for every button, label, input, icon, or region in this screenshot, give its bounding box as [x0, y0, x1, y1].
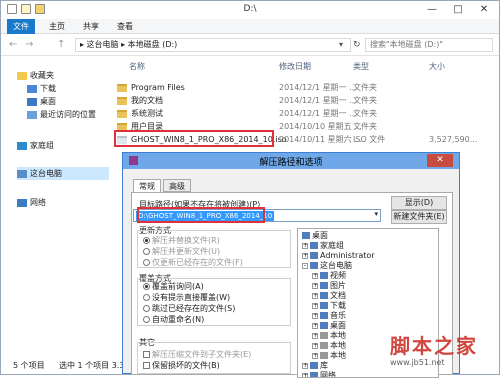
forward-button[interactable]: → — [25, 39, 33, 50]
nav-downloads[interactable]: 下载 — [27, 82, 56, 95]
tab-file[interactable]: 文件 — [7, 19, 35, 34]
file-row[interactable]: 系统测试 2014/12/1 星期一 ... 文件夹 — [113, 107, 499, 120]
update-option-2[interactable]: 解压并更新文件(U) — [143, 246, 220, 257]
selected-count: 选中 1 个项目 3.36 — [59, 361, 130, 370]
download-icon — [27, 84, 37, 93]
search-placeholder: 搜索"本地磁盘 (D:)" — [370, 40, 443, 49]
back-button[interactable]: ← — [9, 39, 17, 50]
tree-item[interactable]: + 库 — [302, 361, 328, 371]
column-type[interactable]: 类型 — [353, 61, 369, 72]
address-bar-area: ← → ↑ ▸ 这台电脑 ▸ 本地磁盘 (D:) ▾ ↻ 搜索"本地磁盘 (D:… — [1, 34, 499, 56]
show-button[interactable]: 显示(D) — [391, 196, 447, 210]
tab-share[interactable]: 共享 — [79, 19, 103, 34]
nav-homegroup[interactable]: 家庭组 — [17, 139, 54, 152]
minimize-button[interactable]: — — [419, 1, 445, 19]
overwrite-option-1[interactable]: 覆盖前询问(A) — [143, 281, 204, 292]
tree-item[interactable]: + 本地 — [312, 351, 346, 361]
tree-item[interactable]: + 文档 — [312, 291, 346, 301]
navigation-pane: 收藏夹 下载 桌面 最近访问的位置 家庭组 这台电脑 网络 — [1, 57, 111, 357]
folder-icon — [117, 96, 127, 105]
tab-home[interactable]: 主页 — [45, 19, 69, 34]
dialog-close-button[interactable]: ✕ — [427, 154, 453, 167]
nav-favorites[interactable]: 收藏夹 — [17, 69, 54, 82]
tree-item[interactable]: + 视频 — [312, 271, 346, 281]
dialog-title-bar: 解压路径和选项 ✕ — [123, 153, 459, 169]
refresh-icon[interactable]: ↻ — [353, 40, 361, 50]
folder-icon — [117, 109, 127, 118]
highlight-iso-file — [114, 130, 274, 147]
update-option-1[interactable]: 解压并替换文件(R) — [143, 235, 220, 246]
ribbon-tabs: 文件 主页 共享 查看 — [1, 19, 499, 34]
other-option-2[interactable]: 保留损坏的文件(B) — [143, 360, 220, 371]
address-input[interactable]: ▸ 这台电脑 ▸ 本地磁盘 (D:) — [75, 38, 351, 52]
nav-thispc[interactable]: 这台电脑 — [17, 167, 109, 180]
other-option-1[interactable]: 解压压缩文件到子文件夹(E) — [143, 349, 251, 360]
folder-icon — [117, 83, 127, 92]
tree-item[interactable]: + 家庭组 — [302, 241, 344, 251]
tree-item[interactable]: + 桌面 — [312, 321, 346, 331]
nav-network[interactable]: 网络 — [17, 196, 46, 209]
up-button[interactable]: ↑ — [57, 39, 65, 50]
column-date[interactable]: 修改日期 — [279, 61, 311, 72]
nav-recent[interactable]: 最近访问的位置 — [27, 108, 96, 121]
tab-general[interactable]: 常规 — [133, 179, 161, 193]
address-dropdown-icon[interactable]: ▾ — [339, 40, 343, 49]
title-bar: D:\ — □ ✕ — [1, 1, 499, 19]
desktop-icon — [27, 97, 37, 106]
tree-item[interactable]: - 这台电脑 — [302, 261, 352, 271]
tree-item[interactable]: 桌面 — [302, 231, 328, 241]
highlight-dest-path — [137, 207, 265, 223]
address-path: ▸ 这台电脑 ▸ 本地磁盘 (D:) — [80, 40, 178, 49]
computer-icon — [17, 169, 27, 178]
tab-view[interactable]: 查看 — [113, 19, 137, 34]
watermark-url: www.jb51.net — [390, 358, 445, 367]
overwrite-option-2[interactable]: 没有提示直接覆盖(W) — [143, 292, 230, 303]
watermark-logo: 脚本之家 www.jb51.net — [390, 334, 478, 367]
tree-item[interactable]: + 本地 — [312, 341, 346, 351]
search-input[interactable]: 搜索"本地磁盘 (D:)" — [365, 38, 493, 52]
update-option-3[interactable]: 仅更新已经存在的文件(F) — [143, 257, 243, 268]
new-folder-button[interactable]: 新建文件夹(E) — [391, 210, 447, 224]
homegroup-icon — [17, 141, 27, 150]
column-size[interactable]: 大小 — [429, 61, 445, 72]
tree-item[interactable]: + 下载 — [312, 301, 346, 311]
file-row[interactable]: 我的文档 2014/12/1 星期一 ... 文件夹 — [113, 94, 499, 107]
overwrite-option-4[interactable]: 自动重命名(N) — [143, 314, 204, 325]
item-count: 5 个项目 — [13, 361, 45, 370]
file-row[interactable]: Program Files 2014/12/1 星期一 ... 文件夹 — [113, 81, 499, 94]
recent-icon — [27, 110, 37, 119]
overwrite-option-3[interactable]: 跳过已经存在的文件(S) — [143, 303, 235, 314]
column-name[interactable]: 名称 — [129, 61, 145, 72]
network-icon — [17, 198, 27, 207]
tab-advanced[interactable]: 高级 — [163, 179, 191, 192]
tree-item[interactable]: + 本地 — [312, 331, 346, 341]
nav-desktop[interactable]: 桌面 — [27, 95, 56, 108]
maximize-button[interactable]: □ — [445, 1, 471, 19]
close-button[interactable]: ✕ — [471, 1, 497, 19]
tree-item[interactable]: + Administrator — [302, 251, 375, 261]
dest-dropdown-icon[interactable]: ▾ — [374, 210, 378, 218]
tree-item[interactable]: + 图片 — [312, 281, 346, 291]
tree-item[interactable]: + 音乐 — [312, 311, 346, 321]
dialog-title: 解压路径和选项 — [259, 158, 323, 168]
star-icon — [17, 71, 27, 80]
